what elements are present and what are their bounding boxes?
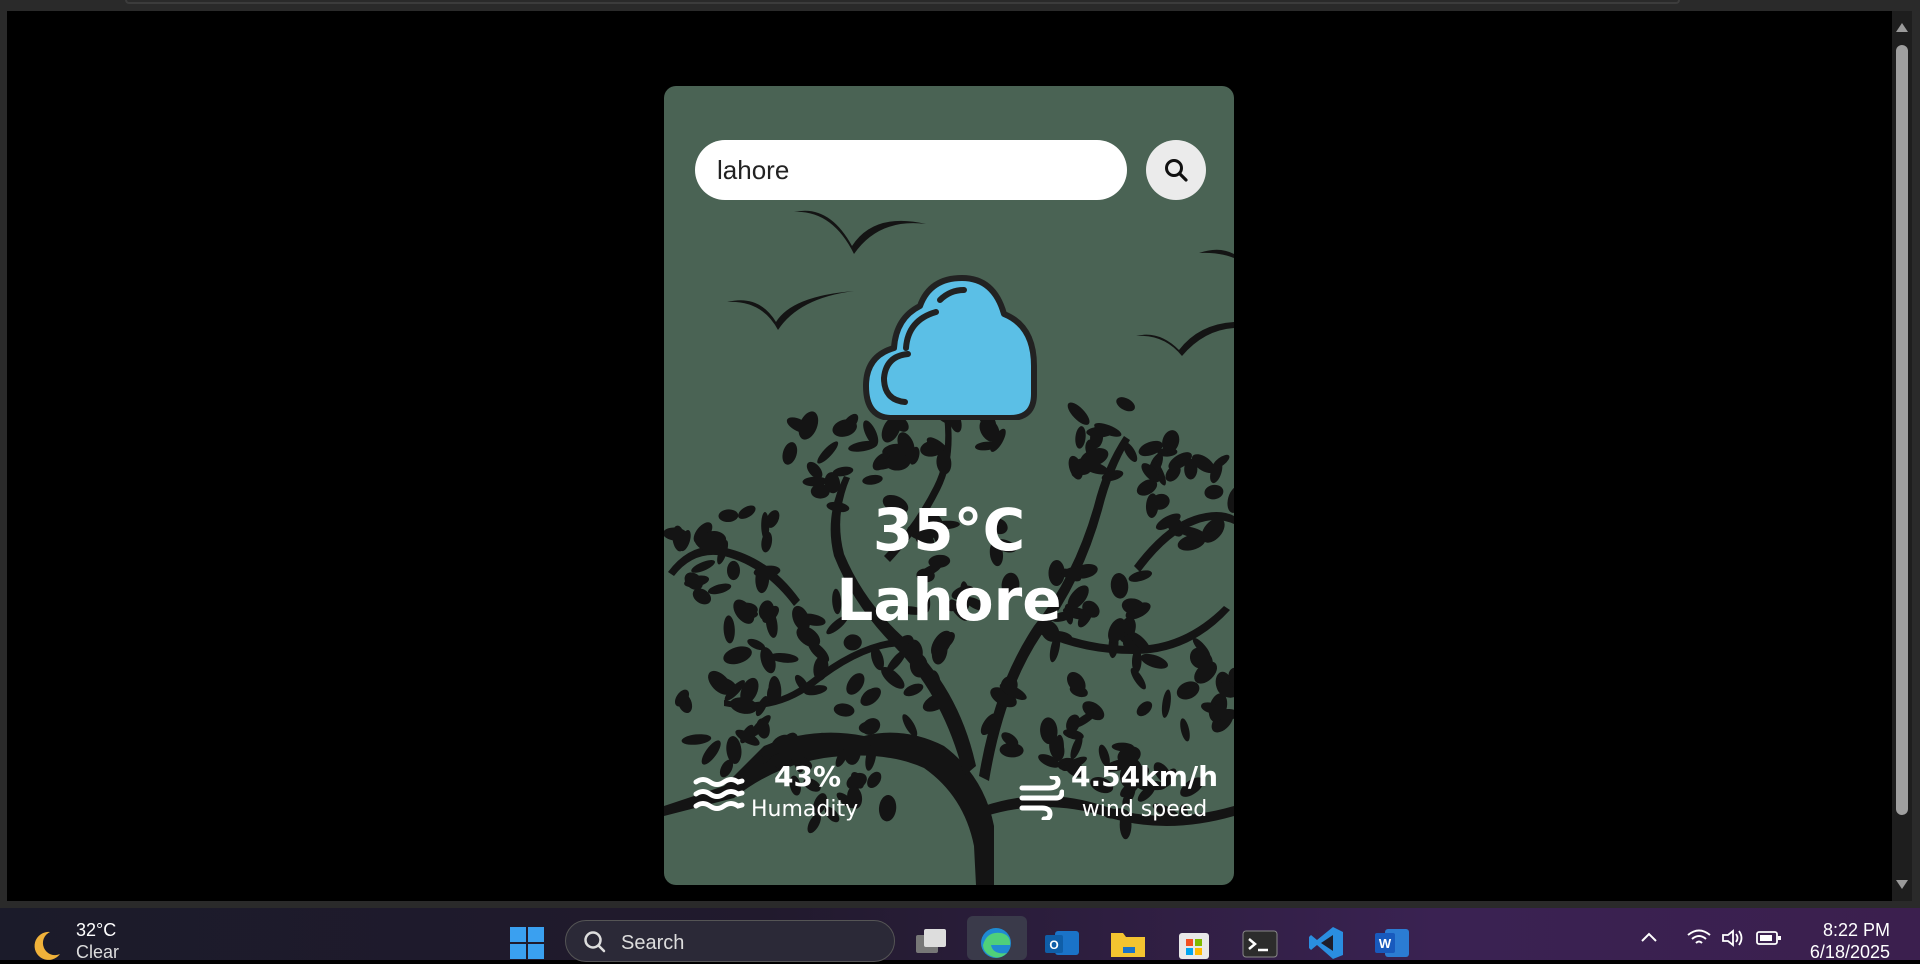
bird-icon	[794, 210, 926, 254]
wifi-icon[interactable]	[1686, 928, 1712, 948]
battery-icon[interactable]	[1756, 930, 1782, 946]
leaf-shape	[817, 441, 839, 464]
wind-block: 4.54km/h wind speed	[1071, 760, 1218, 822]
search-button[interactable]	[1146, 140, 1206, 200]
vscode-icon[interactable]	[1307, 925, 1345, 960]
taskbar-clock-time[interactable]: 8:22 PM	[1800, 920, 1890, 941]
city-name: Lahore	[836, 566, 1062, 634]
search-row	[695, 140, 1206, 200]
outlook-icon[interactable]: O	[1043, 925, 1081, 960]
city-search-input[interactable]	[695, 140, 1127, 200]
store-icon[interactable]	[1175, 925, 1213, 960]
leaf-shape	[1067, 402, 1090, 425]
temperature-value: 35°C	[872, 496, 1026, 564]
volume-icon[interactable]	[1720, 928, 1746, 948]
svg-text:W: W	[1379, 936, 1392, 951]
browser-toolbar-edge	[125, 0, 1680, 4]
taskbar-weather-temp: 32°C	[76, 920, 117, 940]
search-icon	[1165, 159, 1188, 182]
leaf-shape	[1161, 689, 1171, 718]
cloud-icon	[863, 275, 1037, 420]
leaf-shape	[782, 442, 798, 465]
terminal-icon[interactable]	[1241, 925, 1279, 960]
leaf-shape	[833, 703, 855, 717]
leaf-shape	[681, 734, 712, 745]
weather-card: 35°C Lahore 43% Humadity 4.54km/h wind s…	[664, 86, 1234, 885]
bird-icon	[1199, 249, 1234, 258]
leaf-shape	[1075, 426, 1086, 449]
wind-speed-label: wind speed	[1081, 797, 1208, 822]
word-icon[interactable]: W	[1373, 925, 1411, 960]
humidity-label: Humadity	[751, 797, 859, 822]
search-icon	[584, 931, 606, 953]
leaf-shape	[1140, 653, 1168, 669]
taskbar-search-box[interactable]: Search	[565, 920, 895, 962]
humidity-value: 43%	[774, 760, 842, 793]
scroll-down-arrow-icon[interactable]	[1896, 880, 1908, 889]
chevron-up-icon[interactable]	[1640, 930, 1658, 944]
leaf-shape	[843, 634, 862, 651]
humidity-icon	[693, 777, 745, 811]
leaf-shape	[903, 683, 924, 697]
windows-taskbar: 32°C Clear Search O W 8:22 PM 6/18/2025	[0, 908, 1920, 962]
leaf-shape	[867, 771, 882, 789]
leaf-shape	[862, 474, 883, 485]
scroll-up-arrow-icon[interactable]	[1896, 23, 1908, 32]
leaf-shape	[1136, 701, 1153, 717]
scroll-thumb[interactable]	[1896, 45, 1908, 815]
windows-start-icon[interactable]	[508, 925, 546, 960]
bird-icon	[727, 291, 854, 330]
humidity-block: 43% Humadity	[751, 760, 858, 822]
edge-icon[interactable]	[977, 925, 1015, 960]
bird-icon	[1136, 322, 1234, 356]
svg-text:O: O	[1049, 938, 1058, 952]
wind-speed-value: 4.54km/h	[1071, 760, 1219, 793]
file-explorer-icon[interactable]	[1109, 925, 1147, 960]
leaf-shape	[723, 646, 752, 665]
leaf-shape	[1116, 397, 1135, 412]
vertical-scrollbar[interactable]	[1892, 11, 1912, 901]
leaf-shape	[1180, 718, 1190, 742]
leaf-shape	[878, 795, 897, 822]
moon-icon	[34, 931, 60, 960]
task-view-icon[interactable]	[912, 925, 950, 960]
wind-icon	[1019, 776, 1064, 820]
taskbar-search-label: Search	[621, 932, 685, 954]
